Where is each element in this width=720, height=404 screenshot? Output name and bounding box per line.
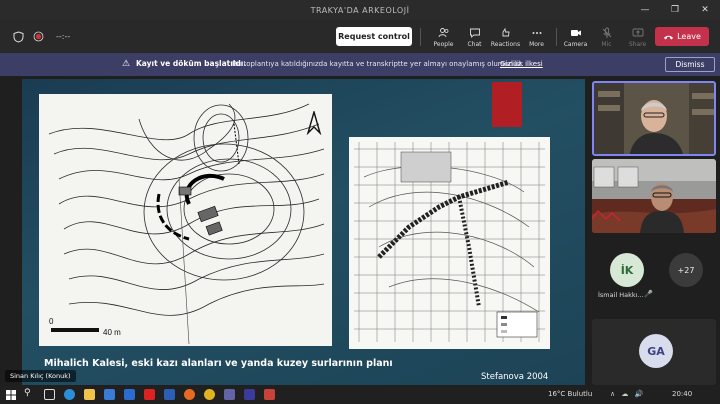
north-arrow-icon [306,111,322,135]
avatar: GA [639,334,673,368]
window-controls: — ❐ ✕ [630,0,720,20]
participant-video [592,159,716,233]
phone-icon [664,35,674,39]
slide-red-block [492,82,522,127]
taskbar-clock[interactable]: 20:40 [672,390,692,398]
presenter-name-tag: Sinan Kılıç (Konuk) [5,370,76,382]
teams-meeting-window: TRAKYA'DA ARKEOLOJİ — ❐ ✕ --:-- Request … [0,0,720,404]
more-button[interactable]: More [521,22,552,52]
leave-button[interactable]: Leave [655,27,709,46]
north-wall-plan [349,137,550,349]
weather-widget[interactable]: 16°C Bulutlu [548,390,592,398]
leave-label: Leave [677,32,701,41]
site-contour-map: 0 40 m [39,94,332,346]
dismiss-button[interactable]: Dismiss [665,57,715,72]
window-title: TRAKYA'DA ARKEOLOJİ [310,5,410,15]
minimize-icon[interactable]: — [630,0,660,20]
warning-icon: ⚠ [122,59,131,69]
teams-icon[interactable] [224,389,235,400]
share-label: Share [628,40,647,48]
banner-title: Kayıt ve döküm başlatıldı. [136,59,247,68]
windows-start-icon[interactable] [6,390,16,400]
participants-panel: İK +27 İsmail Hakkı... 🎤 GA [590,76,720,386]
explorer-icon[interactable] [84,389,95,400]
avatar[interactable]: İK [610,253,644,287]
edge-icon[interactable] [64,389,75,400]
more-participants-button[interactable]: +27 [669,253,703,287]
people-label: People [433,40,454,48]
app-icon[interactable] [244,389,255,400]
mic-button[interactable]: Mic [591,22,622,52]
close-icon[interactable]: ✕ [690,0,720,20]
toolbar-divider [420,28,421,46]
app-icon[interactable] [264,389,275,400]
reactions-icon [502,27,510,36]
mic-icon [602,27,611,38]
participant-tile[interactable]: GA [592,319,716,385]
people-icon [438,27,448,37]
chat-label: Chat [467,40,482,48]
recording-banner: ⚠ Kayıt ve döküm başlatıldı. Bu toplantı… [0,53,720,76]
more-label: More [529,40,544,48]
title-bar: TRAKYA'DA ARKEOLOJİ — ❐ ✕ [0,0,720,20]
shield-icon[interactable] [12,30,24,43]
request-control-button[interactable]: Request control [336,27,412,46]
camera-icon [570,29,581,36]
mail-icon[interactable] [124,389,135,400]
meeting-status: --:-- [12,20,70,53]
participant-name: İsmail Hakkı... [598,291,644,299]
more-icon [532,31,541,34]
reactions-button[interactable]: Reactions [490,22,521,52]
shared-slide: 0 40 m Mihalich Kalesi, eski kazı alanla… [22,79,585,385]
chat-button[interactable]: Chat [459,22,490,52]
system-tray-icons[interactable]: ∧ ☁ 🔊 [610,390,645,398]
camera-label: Camera [563,40,588,48]
slide-caption: Mihalich Kalesi, eski kazı alanları ve y… [44,358,393,369]
chat-icon [469,28,480,38]
slide-credit: Stefanova 2004 [481,372,549,382]
participant-video-tile[interactable] [592,159,716,233]
meeting-toolbar: --:-- Request control People Chat Reacti… [0,20,720,53]
toolbar-divider [556,28,557,46]
participant-video [594,83,714,154]
chrome-icon[interactable] [204,389,215,400]
participant-video-tile[interactable] [592,81,716,156]
toolbar-actions: People Chat Reactions More [428,22,552,52]
scale-start-label: 0 [49,317,54,326]
restore-icon[interactable]: ❐ [660,0,690,20]
store-icon[interactable] [104,389,115,400]
mic-label: Mic [601,40,612,48]
task-view-icon[interactable] [44,389,55,400]
meeting-timer: --:-- [56,32,71,41]
scale-end-label: 40 m [103,328,121,337]
camera-button[interactable]: Camera [560,22,591,52]
muted-mic-icon: 🎤 [644,290,653,298]
participant-avatars-row: İK +27 İsmail Hakkı... 🎤 [592,243,716,311]
search-icon[interactable]: ⚲ [24,388,31,398]
people-button[interactable]: People [428,22,459,52]
device-controls: Camera Mic Share [560,22,653,52]
word-icon[interactable] [164,389,175,400]
recording-icon [32,31,44,43]
windows-taskbar: ⚲ 16°C Bulutlu ∧ ☁ 🔊 20:40 [0,386,720,404]
acrobat-icon[interactable] [144,389,155,400]
share-icon [632,28,643,36]
reactions-label: Reactions [490,40,521,48]
share-button[interactable]: Share [622,22,653,52]
privacy-link[interactable]: Gizlilik ilkesi [500,60,543,68]
banner-message: Bu toplantıya katıldığınızda kayıtta ve … [232,59,524,68]
firefox-icon[interactable] [184,389,195,400]
